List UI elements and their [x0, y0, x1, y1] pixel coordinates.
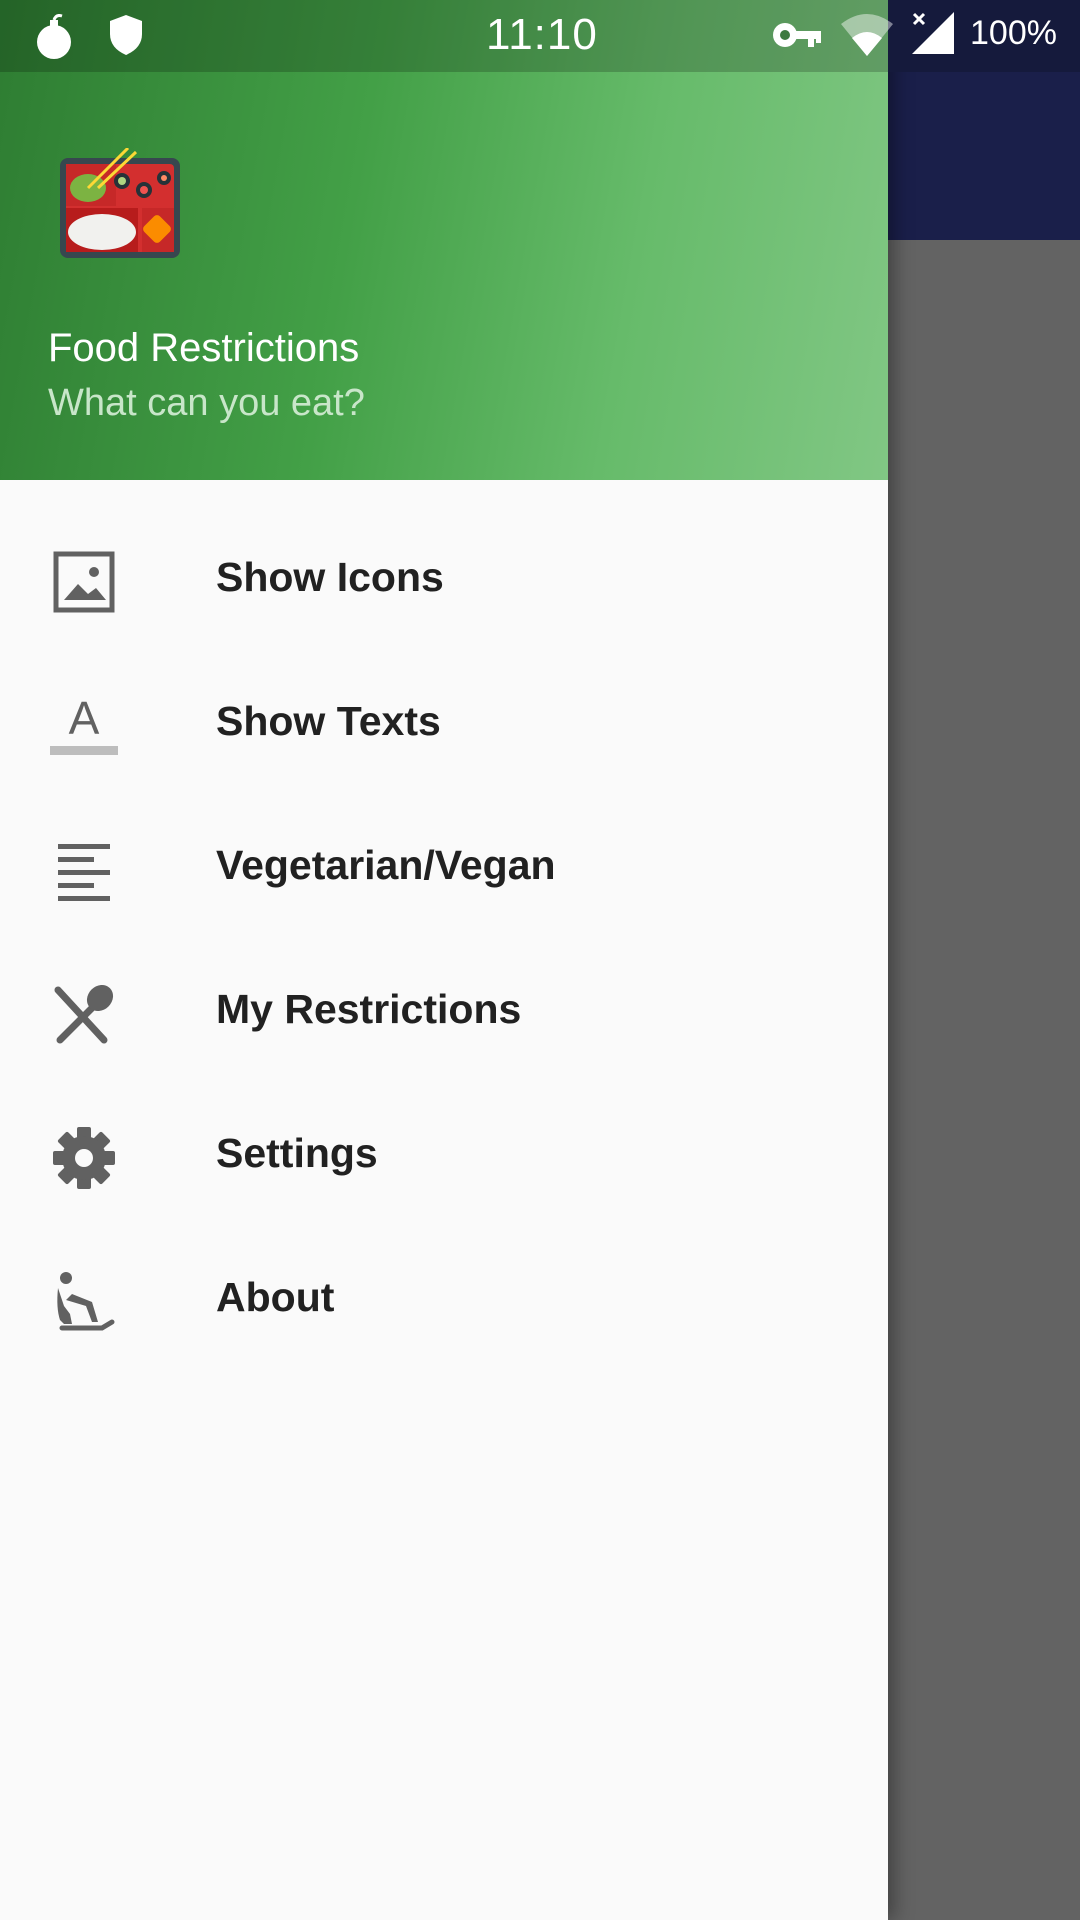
- bento-box-icon: [60, 148, 180, 258]
- menu-item-about[interactable]: About: [0, 1228, 888, 1372]
- navigation-drawer: Food Restrictions What can you eat? Show…: [0, 0, 888, 1920]
- menu-item-label: Vegetarian/Vegan: [216, 842, 556, 888]
- menu-item-my-restrictions[interactable]: My Restrictions: [0, 940, 888, 1084]
- menu-item-label: Settings: [216, 1130, 378, 1176]
- app-subtitle: What can you eat?: [48, 382, 365, 424]
- drawer-menu: Show Icons A Show Texts Vegetarian/Vegan: [0, 508, 888, 1372]
- gear-icon: [53, 1127, 115, 1189]
- signal-icon: [912, 12, 954, 54]
- bomb-icon: [37, 14, 71, 59]
- status-time: 11:10: [486, 10, 598, 59]
- restaurant-icon: [54, 984, 114, 1044]
- menu-item-show-texts[interactable]: A Show Texts: [0, 652, 888, 796]
- key-icon: [773, 23, 821, 47]
- text-format-icon: A: [50, 694, 118, 755]
- menu-item-label: My Restrictions: [216, 986, 522, 1032]
- menu-item-label: Show Texts: [216, 698, 441, 744]
- shield-icon: [110, 15, 142, 55]
- app-title: Food Restrictions: [48, 326, 360, 370]
- image-icon: [53, 551, 115, 613]
- status-bar: 11:10 100%: [0, 0, 1080, 72]
- background-scrim[interactable]: [888, 240, 1080, 1920]
- menu-item-label: About: [216, 1274, 335, 1320]
- seat-person-icon: [57, 1272, 115, 1331]
- menu-item-settings[interactable]: Settings: [0, 1084, 888, 1228]
- svg-text:A: A: [69, 694, 100, 744]
- wifi-icon: [841, 14, 893, 56]
- menu-item-vegetarian-vegan[interactable]: Vegetarian/Vegan: [0, 796, 888, 940]
- align-left-icon: [58, 844, 110, 901]
- menu-item-show-icons[interactable]: Show Icons: [0, 508, 888, 652]
- battery-percent: 100%: [970, 14, 1057, 52]
- drawer-header: Food Restrictions What can you eat?: [0, 0, 888, 480]
- menu-item-label: Show Icons: [216, 554, 444, 600]
